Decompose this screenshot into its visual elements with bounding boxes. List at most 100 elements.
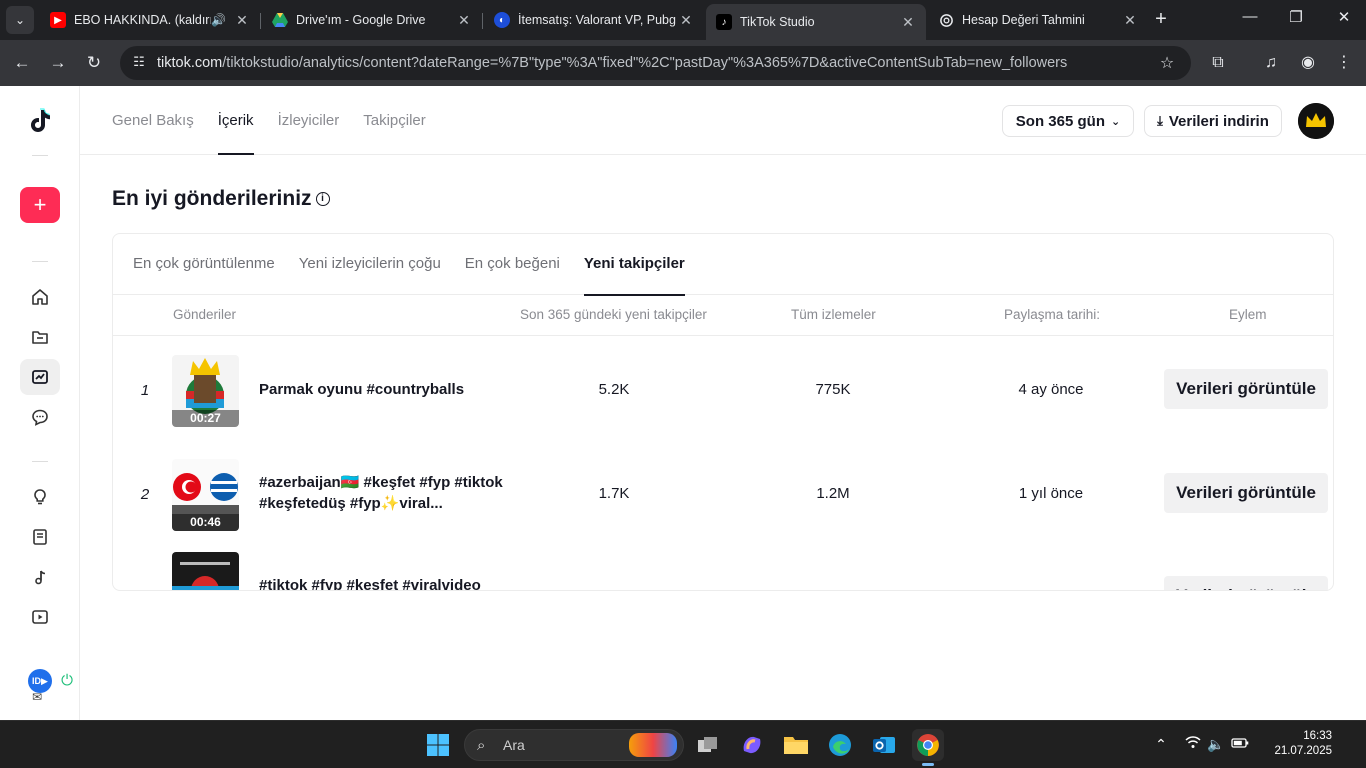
close-icon[interactable]: ✕ — [900, 14, 916, 31]
comments-icon[interactable] — [28, 405, 52, 429]
chatgpt-icon — [938, 12, 954, 28]
home-icon[interactable] — [28, 285, 52, 309]
youtube-icon: ▶ — [50, 12, 66, 28]
tab-search-button[interactable]: ⌄ — [6, 6, 34, 34]
media-control-icon[interactable]: ♫ — [1260, 52, 1282, 74]
copilot-icon[interactable] — [736, 729, 768, 761]
menu-kebab-icon[interactable]: ⋮ — [1333, 52, 1355, 74]
subtab-most-views[interactable]: En çok görüntülenme — [133, 234, 275, 295]
extensions-icon[interactable]: ⧉ — [1207, 52, 1229, 74]
profile-icon[interactable]: ◉ — [1297, 52, 1319, 74]
date-range-label: Son 365 gün — [1015, 112, 1105, 130]
power-icon[interactable]: ⏻ — [57, 671, 77, 691]
avatar[interactable] — [1298, 103, 1334, 139]
lightbulb-icon[interactable] — [28, 485, 52, 509]
analytics-icon[interactable] — [20, 359, 60, 395]
upload-button[interactable]: + — [20, 187, 60, 223]
new-followers-value: 1.7K — [598, 485, 630, 502]
tab-title: TikTok Studio — [740, 15, 815, 29]
file-explorer-icon[interactable] — [780, 729, 812, 761]
chrome-icon[interactable] — [912, 729, 944, 761]
post-title[interactable]: #azerbaijan🇦🇿 #keşfet #fyp #tiktok #keşf… — [259, 472, 509, 514]
tiktok-logo-icon[interactable] — [28, 108, 52, 134]
address-bar[interactable]: ☷ tiktok.com/tiktokstudio/analytics/cont… — [120, 46, 1191, 80]
download-data-button[interactable]: ⤓ Verileri indirin — [1144, 105, 1282, 137]
search-highlight-icon — [629, 733, 677, 757]
tab-content[interactable]: İçerik — [217, 86, 254, 155]
back-button[interactable]: ← — [10, 51, 34, 75]
analytics-nav: Genel Bakış İçerik İzleyiciler Takipçile… — [112, 86, 450, 155]
table-header: Gönderiler Son 365 gündeki yeni takipçil… — [113, 295, 1333, 336]
studio-header: Genel Bakış İçerik İzleyiciler Takipçile… — [80, 86, 1366, 155]
browser-tab-drive[interactable]: Drive'ım - Google Drive ✕ — [262, 5, 483, 35]
bookmark-star-icon[interactable]: ☆ — [1157, 53, 1177, 73]
taskbar-search-input[interactable]: ⌕ Ara — [464, 729, 684, 761]
top-posts-card: En çok görüntülenme Yeni izleyicilerin ç… — [112, 233, 1334, 591]
views-value: 775K — [815, 381, 851, 398]
windows-start-icon[interactable] — [422, 729, 454, 761]
post-title[interactable]: Parmak oyunu #countryballs — [259, 379, 509, 400]
post-thumbnail[interactable]: 00:46 — [172, 459, 239, 531]
download-icon: ⤓ — [1157, 113, 1163, 128]
outlook-icon[interactable] — [868, 729, 900, 761]
video-duration: 00:46 — [172, 514, 239, 531]
clock-date: 21.07.2025 — [1274, 745, 1332, 757]
row-rank: 1 — [140, 382, 150, 399]
academy-book-icon[interactable] — [28, 525, 52, 549]
content-sub-tabs: En çok görüntülenme Yeni izleyicilerin ç… — [113, 234, 1333, 296]
browser-tab-youtube[interactable]: ▶ EBO HAKKINDA. (kaldırılı 🔊 ✕ — [40, 5, 261, 35]
search-placeholder: Ara — [503, 737, 525, 753]
column-posts: Gönderiler — [173, 307, 237, 322]
browser-toolbar: ← → ↻ ☷ tiktok.com/tiktokstudio/analytic… — [0, 40, 1366, 86]
speaker-icon[interactable]: 🔊 — [211, 13, 226, 27]
subtab-new-viewers[interactable]: Yeni izleyicilerin çoğu — [299, 234, 441, 295]
close-icon[interactable]: ✕ — [456, 12, 472, 29]
subtab-most-likes[interactable]: En çok beğeni — [465, 234, 560, 295]
download-label: Verileri indirin — [1168, 112, 1269, 130]
subtab-new-followers[interactable]: Yeni takipçiler — [583, 234, 685, 296]
info-icon[interactable]: i — [315, 192, 330, 207]
left-sidebar: + ✉ ID▶ ⏻ — [0, 86, 80, 720]
view-data-button[interactable]: Verileri görüntüle — [1164, 369, 1328, 409]
post-thumbnail[interactable]: 00:27 — [172, 355, 239, 427]
video-play-icon[interactable] — [28, 605, 52, 629]
post-title[interactable]: #tiktok #fyp #keşfet #viralvideo — [259, 575, 509, 590]
url-text[interactable]: tiktok.com/tiktokstudio/analytics/conten… — [157, 55, 1157, 71]
forward-button[interactable]: → — [46, 51, 70, 75]
date-range-dropdown[interactable]: Son 365 gün ⌄ — [1002, 105, 1134, 137]
clock-time: 16:33 — [1303, 730, 1332, 742]
google-drive-icon — [272, 12, 288, 28]
system-clock[interactable]: 16:33 21.07.2025 — [1258, 729, 1332, 759]
close-icon[interactable]: ✕ — [234, 12, 250, 29]
restore-button[interactable]: ❐ — [1284, 8, 1308, 26]
browser-tab-tiktok-studio[interactable]: ♪ TikTok Studio ✕ — [706, 4, 926, 40]
show-hidden-icons-chevron-icon[interactable]: ⌃ — [1152, 735, 1170, 753]
column-action: Eylem — [1229, 307, 1267, 322]
volume-icon[interactable]: 🔈 — [1207, 735, 1225, 753]
tab-followers[interactable]: Takipçiler — [363, 86, 426, 155]
task-view-icon[interactable] — [692, 729, 724, 761]
reload-button[interactable]: ↻ — [82, 51, 106, 75]
battery-icon[interactable] — [1231, 735, 1249, 753]
tab-viewers[interactable]: İzleyiciler — [278, 86, 340, 155]
new-tab-button[interactable]: + — [1150, 8, 1172, 30]
table-row: 1 00:27 Parmak oyunu #countryballs 5.2K … — [113, 337, 1333, 441]
wifi-icon[interactable] — [1184, 735, 1202, 753]
view-data-button[interactable]: Verileri görüntüle — [1164, 576, 1328, 590]
minimize-button[interactable]: — — [1238, 8, 1262, 25]
browser-tab-itemsatis[interactable]: ◐ İtemsatış: Valorant VP, Pubg ✕ — [484, 5, 704, 35]
browser-tab-chatgpt[interactable]: Hesap Değeri Tahmini ✕ — [928, 5, 1148, 35]
music-note-icon[interactable] — [28, 565, 52, 589]
view-data-button[interactable]: Verileri görüntüle — [1164, 473, 1328, 513]
tab-overview[interactable]: Genel Bakış — [112, 86, 194, 155]
extension-badge-icon[interactable]: ID▶ — [28, 669, 52, 693]
site-info-icon[interactable]: ☷ — [130, 54, 148, 72]
row-rank: 2 — [140, 486, 150, 503]
close-icon[interactable]: ✕ — [1122, 12, 1138, 29]
edge-browser-icon[interactable] — [824, 729, 856, 761]
close-icon[interactable]: ✕ — [678, 12, 694, 29]
posts-folder-icon[interactable] — [28, 325, 52, 349]
post-thumbnail[interactable] — [172, 552, 239, 590]
window-close-button[interactable]: ✕ — [1332, 8, 1356, 26]
tiktok-studio-app: + ✉ ID▶ ⏻ Genel Bakış İçerik İzleyiciler… — [0, 86, 1366, 720]
